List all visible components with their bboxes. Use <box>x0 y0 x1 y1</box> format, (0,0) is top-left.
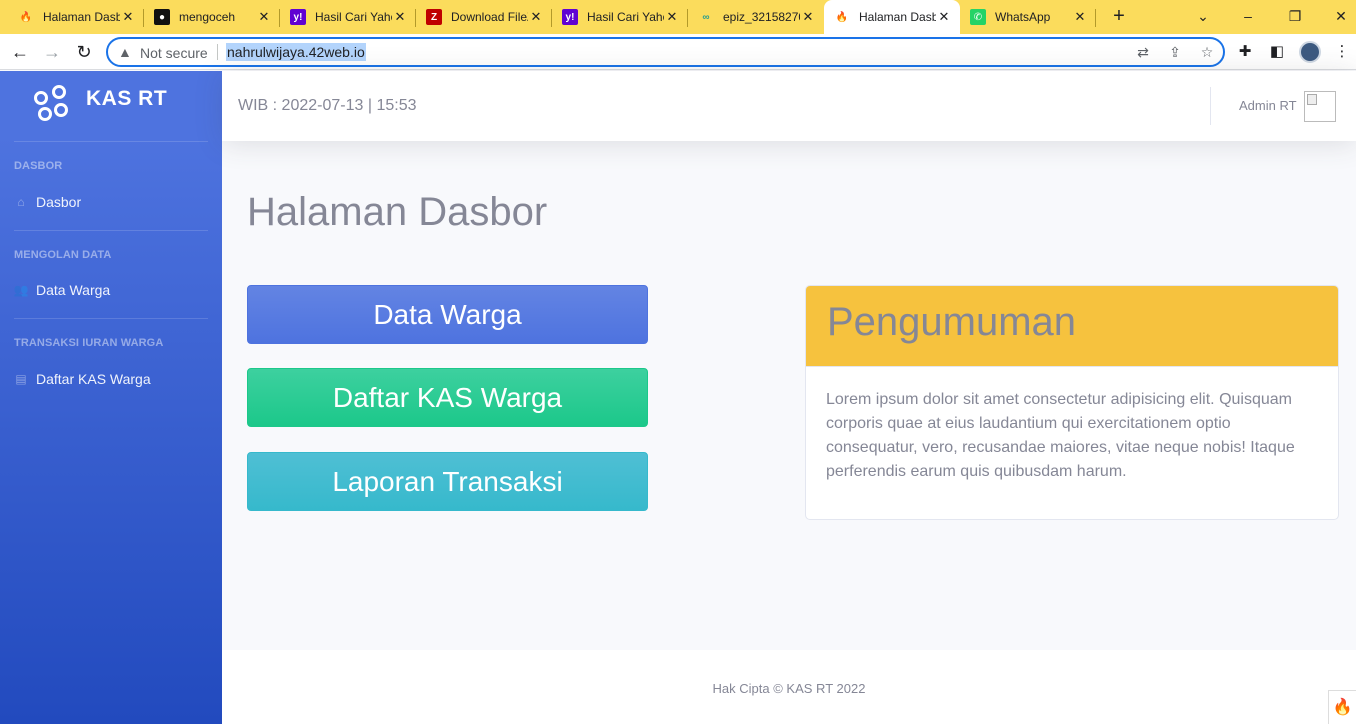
tab-title: Hasil Cari Yahoo <box>587 10 664 24</box>
announcement-title: Pengumuman <box>827 300 1077 344</box>
sidebar-item-label: Data Warga <box>36 282 111 298</box>
home-icon: ⌂ <box>17 195 25 209</box>
announcement-body: Lorem ipsum dolor sit amet consectetur a… <box>826 391 1295 480</box>
sidebar-item-label: Dasbor <box>36 194 82 210</box>
close-icon[interactable]: ✕ <box>936 9 952 25</box>
url-text[interactable]: nahrulwijaya.42web.io <box>226 43 366 61</box>
tab-title: Hasil Cari Yahoo <box>315 10 392 24</box>
close-icon[interactable]: ✕ <box>528 9 544 25</box>
restore-icon[interactable]: ❐ <box>1283 4 1307 28</box>
translate-icon[interactable]: ⇄ <box>1133 42 1153 62</box>
github-icon: ● <box>154 9 170 25</box>
tab-separator <box>1095 9 1096 27</box>
tab-title: Download FileZilla <box>451 10 528 24</box>
data-warga-button[interactable]: Data Warga <box>247 285 648 344</box>
daftar-kas-warga-button[interactable]: Daftar KAS Warga <box>247 368 648 427</box>
reload-icon[interactable]: ↻ <box>72 40 96 64</box>
browser-tab[interactable]: y! Hasil Cari Yahoo ✕ <box>280 0 416 34</box>
browser-tab[interactable]: ∞ epiz_32158270 ✕ <box>688 0 824 34</box>
fire-icon: 🔥 <box>19 11 33 23</box>
browser-tab[interactable]: ✆ WhatsApp ✕ <box>960 0 1096 34</box>
sidebar-heading: DASBOR <box>14 160 63 172</box>
close-icon[interactable]: ✕ <box>392 9 408 25</box>
fire-icon[interactable]: 🔥 <box>1328 690 1356 724</box>
share-icon[interactable]: ⇪ <box>1165 42 1185 62</box>
announcement-header: Pengumuman <box>806 286 1338 367</box>
profile-avatar[interactable] <box>1299 41 1321 63</box>
filezilla-icon: Z <box>426 9 442 25</box>
omnibox-separator <box>217 44 218 60</box>
announcement-card: Pengumuman Lorem ipsum dolor sit amet co… <box>805 285 1339 520</box>
datetime-display: WIB : 2022-07-13 | 15:53 <box>238 97 417 114</box>
user-name[interactable]: Admin RT <box>1239 98 1297 113</box>
tab-title: epiz_32158270 <box>723 10 800 24</box>
broken-image-icon <box>1307 94 1317 105</box>
browser-tab[interactable]: y! Hasil Cari Yahoo ✕ <box>552 0 688 34</box>
sidebar-heading: TRANSAKSI IURAN WARGA <box>14 337 164 349</box>
yahoo-icon: y! <box>562 9 578 25</box>
side-panel-icon[interactable]: ◧ <box>1266 41 1288 63</box>
tab-title: WhatsApp <box>995 10 1051 24</box>
new-tab-icon[interactable]: + <box>1108 5 1130 27</box>
sidebar-heading: MENGOLAN DATA <box>14 249 112 261</box>
list-icon: ▤ <box>15 372 27 386</box>
close-icon[interactable]: ✕ <box>800 9 816 25</box>
close-icon[interactable]: ✕ <box>256 9 272 25</box>
sidebar-divider <box>14 318 208 319</box>
minimize-icon[interactable]: – <box>1236 4 1260 28</box>
logo-icon <box>34 85 70 121</box>
page-title: Halaman Dasbor <box>247 190 548 234</box>
browser-tab[interactable]: ● mengoceh ✕ <box>144 0 280 34</box>
browser-tab-strip: 🔥 Halaman Dasbor ✕ ● mengoceh ✕ y! Hasil… <box>0 0 1356 34</box>
whatsapp-icon: ✆ <box>970 9 986 25</box>
browser-tab[interactable]: 🔥 Halaman Dasbor ✕ <box>8 0 144 34</box>
footer: Hak Cipta © KAS RT 2022 <box>222 650 1356 724</box>
warning-icon[interactable]: ▲ <box>118 44 134 60</box>
bookmark-star-icon[interactable]: ☆ <box>1197 42 1217 62</box>
topbar: WIB : 2022-07-13 | 15:53 Admin RT <box>222 71 1356 141</box>
fire-icon: 🔥 <box>835 11 849 23</box>
browser-tab-active[interactable]: 🔥 Halaman Dasbor ✕ <box>824 0 960 34</box>
sidebar-divider <box>14 141 208 142</box>
laporan-transaksi-button[interactable]: Laporan Transaksi <box>247 452 648 511</box>
close-icon[interactable]: ✕ <box>120 9 136 25</box>
address-bar[interactable]: ▲ Not secure nahrulwijaya.42web.io ⇄ ⇪ ☆ <box>106 37 1225 67</box>
tab-search-icon[interactable]: ⌄ <box>1191 4 1215 28</box>
sidebar-divider <box>14 230 208 231</box>
sidebar-item-daftar-kas[interactable]: ▤ Daftar KAS Warga <box>14 368 151 390</box>
topbar-divider <box>1210 87 1211 125</box>
tab-title: Halaman Dasbor <box>859 10 936 24</box>
forward-icon[interactable]: → <box>40 40 64 64</box>
browser-toolbar: ← → ↻ ▲ Not secure nahrulwijaya.42web.io… <box>0 34 1356 70</box>
avatar[interactable] <box>1304 91 1336 122</box>
sidebar-brand[interactable]: KAS RT <box>0 71 222 141</box>
sidebar: KAS RT DASBOR ⌂ Dasbor MENGOLAN DATA 👥 D… <box>0 71 222 724</box>
extensions-icon[interactable]: ✚ <box>1234 41 1256 63</box>
yahoo-icon: y! <box>290 9 306 25</box>
sidebar-item-label: Daftar KAS Warga <box>36 371 151 387</box>
menu-icon[interactable]: ⋮ <box>1331 41 1353 63</box>
copyright-text: Hak Cipta © KAS RT 2022 <box>712 681 866 696</box>
users-icon: 👥 <box>13 283 29 297</box>
tab-title: Halaman Dasbor <box>43 10 120 24</box>
close-icon[interactable]: ✕ <box>1072 9 1088 25</box>
back-icon[interactable]: ← <box>8 40 32 64</box>
close-icon[interactable]: ✕ <box>664 9 680 25</box>
infinity-icon: ∞ <box>702 11 710 23</box>
not-secure-label[interactable]: Not secure <box>140 45 208 61</box>
sidebar-item-data-warga[interactable]: 👥 Data Warga <box>13 279 111 301</box>
sidebar-item-dasbor[interactable]: ⌂ Dasbor <box>14 191 81 213</box>
brand-name: KAS RT <box>86 87 168 110</box>
close-window-icon[interactable]: ✕ <box>1329 4 1353 28</box>
browser-tab[interactable]: Z Download FileZilla ✕ <box>416 0 552 34</box>
tab-title: mengoceh <box>179 10 236 24</box>
